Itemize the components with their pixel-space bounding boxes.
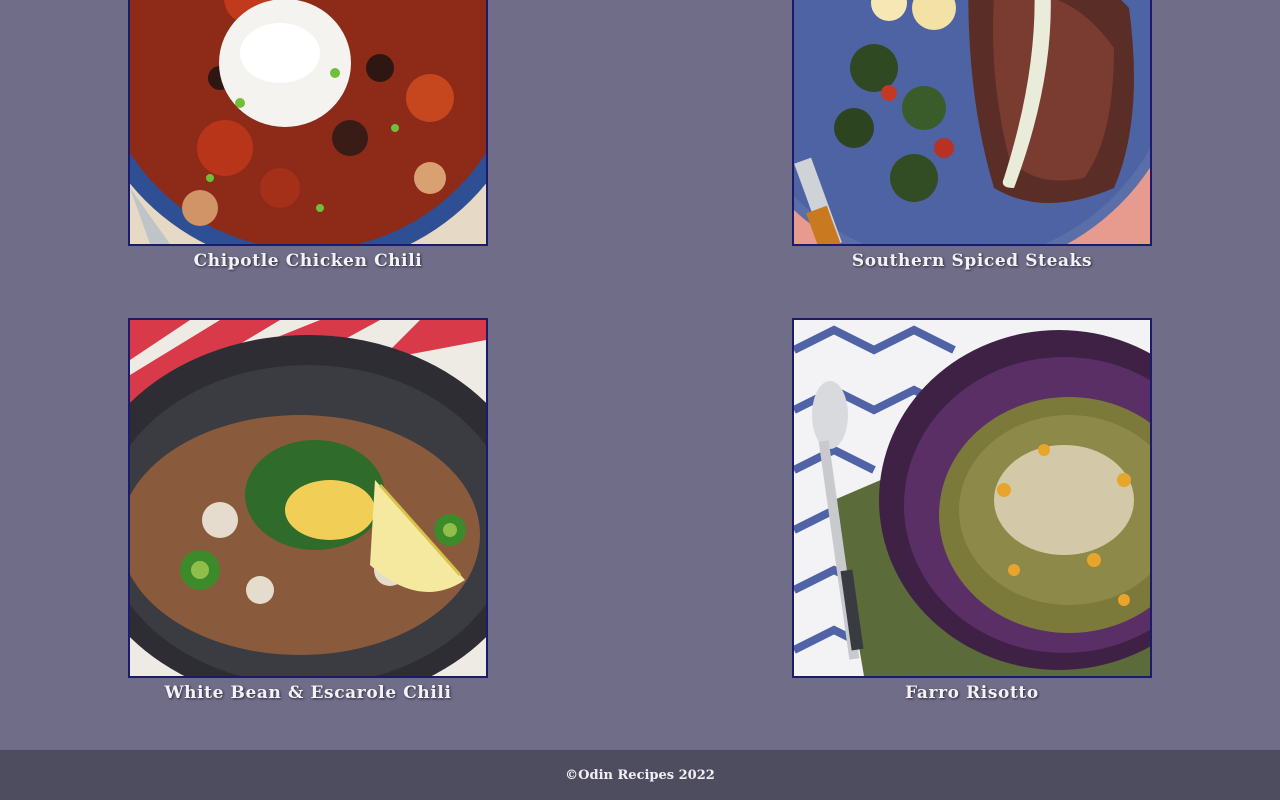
southern-spiced-steaks-photo xyxy=(794,0,1150,244)
page-footer: ©Odin Recipes 2022 xyxy=(0,750,1280,800)
chipotle-chicken-chili-photo xyxy=(130,0,486,244)
farro-risotto-photo xyxy=(794,320,1150,676)
recipe-photo[interactable] xyxy=(128,318,488,678)
recipe-title[interactable]: Farro Risotto xyxy=(792,683,1152,703)
recipe-card-white-bean-escarole-chili[interactable]: White Bean & Escarole Chili xyxy=(128,318,488,703)
recipe-grid: Chipotle Chicken Chili Southern Spiced S… xyxy=(0,0,1280,750)
recipe-photo[interactable] xyxy=(792,0,1152,246)
recipe-title[interactable]: Southern Spiced Steaks xyxy=(792,251,1152,271)
recipe-card-farro-risotto[interactable]: Farro Risotto xyxy=(792,318,1152,703)
recipe-card-chipotle-chicken-chili[interactable]: Chipotle Chicken Chili xyxy=(128,0,488,271)
recipe-title[interactable]: White Bean & Escarole Chili xyxy=(128,683,488,703)
recipe-photo[interactable] xyxy=(128,0,488,246)
recipe-photo[interactable] xyxy=(792,318,1152,678)
copyright-text: ©Odin Recipes 2022 xyxy=(565,767,715,783)
recipe-title[interactable]: Chipotle Chicken Chili xyxy=(128,251,488,271)
white-bean-escarole-chili-photo xyxy=(130,320,486,676)
recipe-card-southern-spiced-steaks[interactable]: Southern Spiced Steaks xyxy=(792,0,1152,271)
